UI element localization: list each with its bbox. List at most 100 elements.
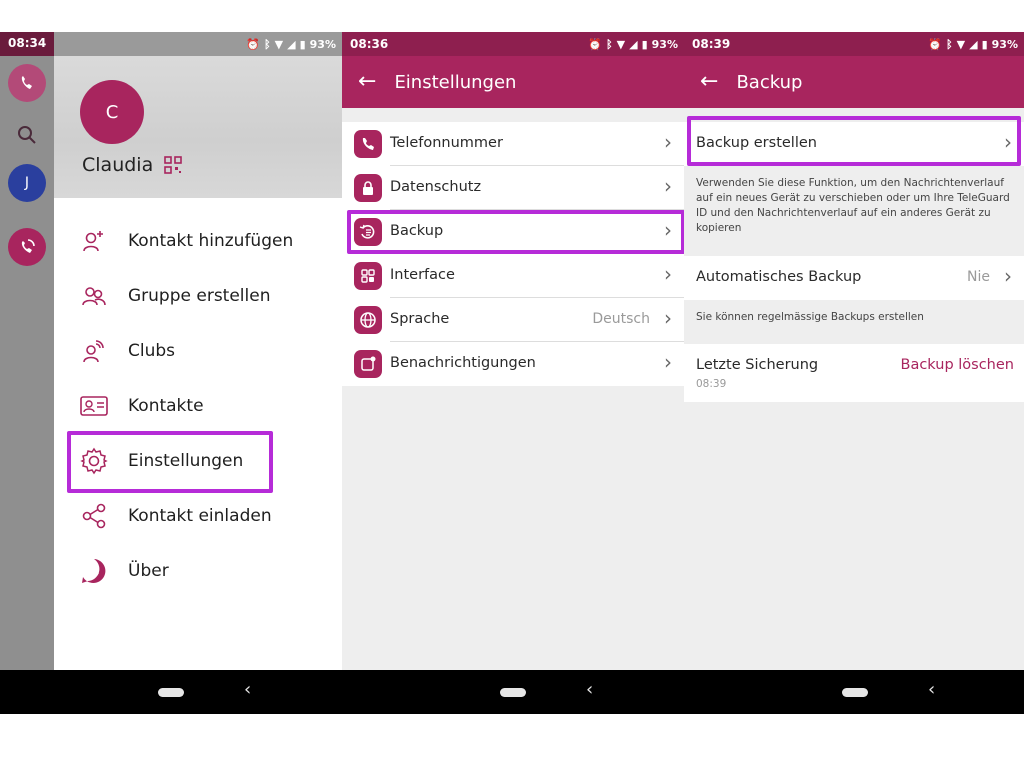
auto-backup-row[interactable]: Automatisches Backup Nie › (684, 256, 1024, 300)
screen-title: Backup (736, 71, 803, 93)
settings-item-notifications[interactable]: Benachrichtigungen › (342, 342, 684, 386)
chevron-right-icon: › (664, 350, 672, 374)
add-contact-icon (80, 227, 108, 255)
status-bar: 08:39 ⏰ ᛒ ▼ ◢ ▮ 93% (684, 32, 1024, 56)
alarm-icon: ⏰ (928, 37, 943, 51)
bluetooth-icon: ᛒ (264, 37, 271, 51)
settings-item-language[interactable]: Sprache Deutsch › (342, 298, 684, 342)
settings-item-phone[interactable]: Telefonnummer › (342, 122, 684, 166)
phone-icon (354, 130, 382, 158)
menu-item-invite-contact[interactable]: Kontakt einladen (80, 498, 272, 534)
group-icon (80, 282, 108, 310)
bluetooth-icon: ᛒ (606, 37, 613, 51)
club-chat-icon[interactable] (8, 228, 46, 266)
wifi-icon: ▼ (616, 37, 626, 51)
wifi-icon: ▼ (956, 37, 966, 51)
auto-backup-value: Nie (967, 269, 990, 285)
delete-backup-link[interactable]: Backup löschen (901, 357, 1015, 373)
app-logo-icon (80, 557, 108, 585)
highlight-settings (67, 431, 273, 493)
profile-avatar[interactable]: C (80, 80, 144, 144)
backup-screen: 08:39 ⏰ ᛒ ▼ ◢ ▮ 93% ← Backup Backup erst… (684, 32, 1024, 670)
bluetooth-icon: ᛒ (946, 37, 953, 51)
battery-level: 93% (991, 37, 1018, 51)
background-rail: 08:34 J (0, 32, 54, 670)
status-time: 08:36 (350, 37, 389, 51)
chevron-right-icon: › (1004, 264, 1012, 288)
globe-icon (354, 306, 382, 334)
signal-icon: ◢ (287, 37, 296, 51)
qr-code-icon[interactable] (164, 156, 182, 174)
status-bar: ⏰ ᛒ ▼ ◢ ▮ 93% (54, 32, 342, 56)
drawer-screen: 08:34 J ⏰ ᛒ ▼ ◢ ▮ 93% C Claudia Kontakt … (0, 32, 342, 670)
row-label: Telefonnummer (390, 135, 503, 151)
row-label: Benachrichtigungen (390, 355, 536, 371)
grid-icon (354, 262, 382, 290)
chat-avatar[interactable]: J (8, 164, 46, 202)
signal-icon: ◢ (629, 37, 638, 51)
alarm-icon: ⏰ (246, 37, 261, 51)
share-icon (80, 502, 108, 530)
notification-icon (354, 350, 382, 378)
home-pill-icon[interactable] (500, 688, 526, 697)
chevron-right-icon: › (664, 306, 672, 330)
home-pill-icon[interactable] (842, 688, 868, 697)
last-backup-label: Letzte Sicherung (696, 357, 819, 373)
wifi-icon: ▼ (274, 37, 284, 51)
lock-icon (354, 174, 382, 202)
highlight-backup (347, 210, 684, 254)
search-icon[interactable] (8, 116, 46, 154)
last-backup-row: Letzte Sicherung 08:39 Backup löschen (684, 344, 1024, 402)
battery-icon: ▮ (299, 37, 306, 51)
menu-item-add-contact[interactable]: Kontakt hinzufügen (80, 223, 293, 259)
auto-backup-label: Automatisches Backup (696, 269, 862, 285)
navigation-drawer: ⏰ ᛒ ▼ ◢ ▮ 93% C Claudia Kontakt hinzufüg… (54, 32, 342, 670)
profile-name: Claudia (82, 154, 154, 176)
menu-item-create-group[interactable]: Gruppe erstellen (80, 278, 271, 314)
app-bar: ← Backup (684, 56, 1024, 108)
battery-level: 93% (651, 37, 678, 51)
auto-backup-description: Sie können regelmässige Backups erstelle… (696, 311, 924, 323)
nav-back-icon[interactable]: ‹ (586, 679, 593, 700)
alarm-icon: ⏰ (588, 37, 603, 51)
highlight-create-backup (687, 116, 1021, 166)
menu-label: Kontakt hinzufügen (128, 231, 294, 251)
status-time: 08:34 (8, 36, 47, 50)
menu-label: Gruppe erstellen (128, 286, 271, 306)
battery-icon: ▮ (981, 37, 988, 51)
app-logo-icon[interactable] (8, 64, 46, 102)
app-bar: ← Einstellungen (342, 56, 684, 108)
back-arrow-icon[interactable]: ← (700, 71, 718, 93)
back-arrow-icon[interactable]: ← (358, 71, 376, 93)
menu-label: Clubs (128, 341, 176, 361)
menu-item-clubs[interactable]: Clubs (80, 333, 175, 369)
settings-item-interface[interactable]: Interface › (342, 254, 684, 298)
nav-back-icon[interactable]: ‹ (928, 679, 935, 700)
contacts-card-icon (80, 392, 108, 420)
chevron-right-icon: › (664, 262, 672, 286)
menu-item-about[interactable]: Über (80, 553, 169, 589)
status-time: 08:39 (692, 37, 731, 51)
settings-item-privacy[interactable]: Datenschutz › (342, 166, 684, 210)
menu-label: Über (128, 561, 169, 581)
chevron-right-icon: › (664, 130, 672, 154)
row-label: Interface (390, 267, 455, 283)
system-nav-bar: ‹ ‹ ‹ (0, 670, 1024, 714)
clubs-icon (80, 337, 108, 365)
settings-screen: 08:36 ⏰ ᛒ ▼ ◢ ▮ 93% ← Einstellungen Tele… (342, 32, 684, 670)
menu-item-contacts[interactable]: Kontakte (80, 388, 204, 424)
settings-list: Telefonnummer › Datenschutz › Backup › I… (342, 122, 684, 386)
status-bar: 08:36 ⏰ ᛒ ▼ ◢ ▮ 93% (342, 32, 684, 56)
nav-back-icon[interactable]: ‹ (244, 679, 251, 700)
battery-icon: ▮ (641, 37, 648, 51)
row-label: Datenschutz (390, 179, 482, 195)
home-pill-icon[interactable] (158, 688, 184, 697)
menu-label: Kontakte (128, 396, 204, 416)
screen-title: Einstellungen (394, 71, 517, 93)
menu-label: Kontakt einladen (128, 506, 272, 526)
language-value: Deutsch (592, 311, 650, 327)
last-backup-time: 08:39 (696, 378, 727, 390)
chevron-right-icon: › (664, 174, 672, 198)
battery-level: 93% (309, 37, 336, 51)
row-label: Sprache (390, 311, 450, 327)
